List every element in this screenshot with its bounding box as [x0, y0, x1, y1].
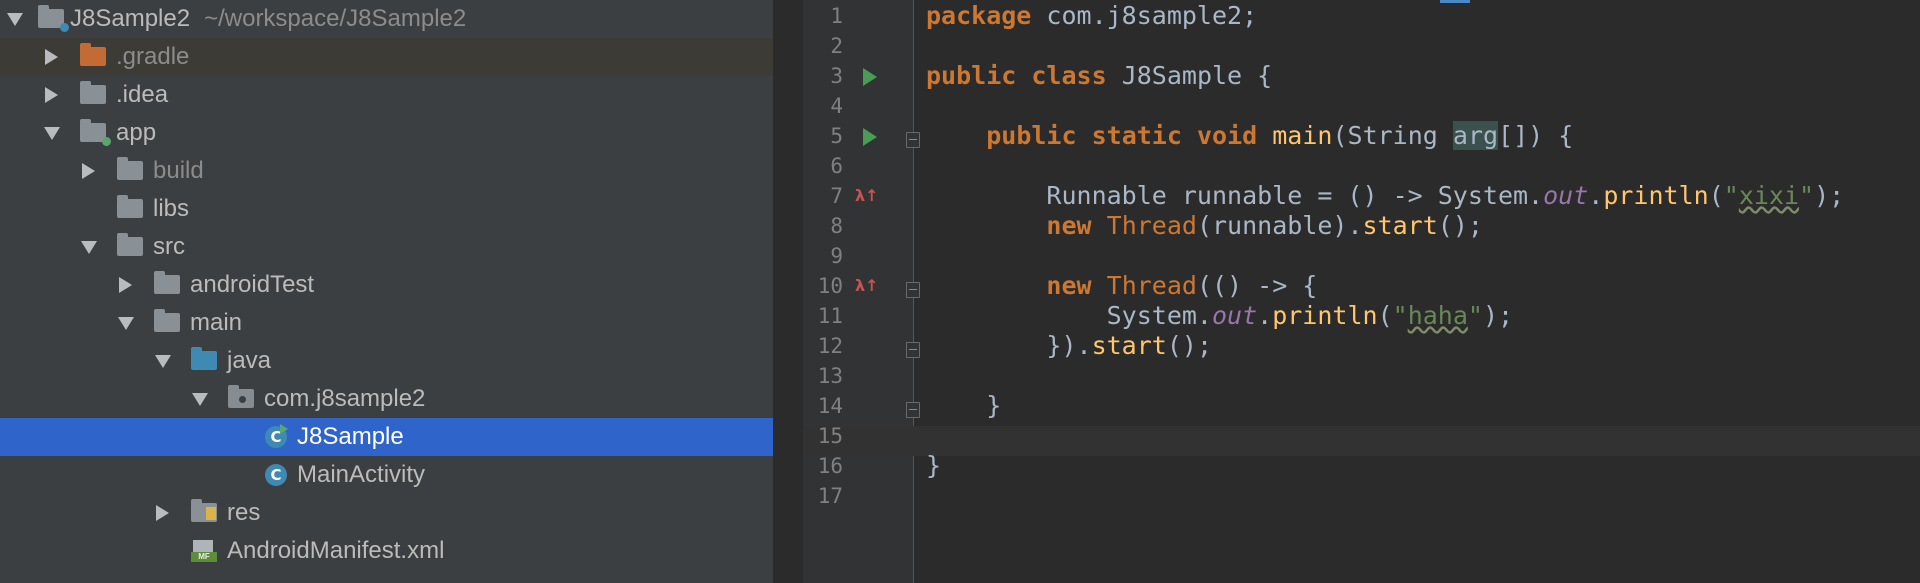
tree-item-package[interactable]: com.j8sample2 [0, 380, 773, 418]
tree-root-label: J8Sample2 ~/workspace/J8Sample2 [70, 5, 467, 32]
module-folder-icon [80, 119, 111, 147]
fold-marker-icon[interactable] [906, 282, 920, 298]
line-number: 5 [830, 124, 843, 148]
folder-icon [154, 309, 180, 337]
collapse-arrow-icon[interactable] [45, 87, 58, 103]
tree-item-res[interactable]: res [0, 494, 773, 532]
tree-item-label: .gradle [116, 43, 190, 70]
tree-item-libs[interactable]: libs [0, 190, 773, 228]
line-number: 14 [817, 394, 843, 418]
tree-item-androidtest[interactable]: androidTest [0, 266, 773, 304]
tree-item-manifest[interactable]: MF AndroidManifest.xml [0, 532, 773, 570]
project-tree: J8Sample2 ~/workspace/J8Sample2 .gradle .… [0, 0, 773, 583]
caret-line-highlight [803, 426, 1920, 456]
code-line[interactable]: System.out.println("haha"); [926, 301, 1513, 331]
tree-item-app[interactable]: app [0, 114, 773, 152]
code-line[interactable]: Runnable runnable = () -> System.out.pri… [926, 181, 1844, 211]
tree-item-label: MainActivity [297, 461, 426, 488]
expand-arrow-icon[interactable] [44, 127, 60, 140]
tree-item-label: app [116, 119, 157, 146]
line-number: 13 [817, 364, 843, 388]
runnable-class-icon: C [265, 424, 288, 448]
line-number: 17 [817, 484, 843, 508]
line-number: 16 [817, 454, 843, 478]
tree-item-label: src [153, 233, 185, 260]
tree-item-label: androidTest [190, 271, 315, 298]
tree-item-build[interactable]: build [0, 152, 773, 190]
line-number: 2 [830, 34, 843, 58]
tree-item-label: java [227, 347, 272, 374]
code-line[interactable]: package com.j8sample2; [926, 1, 1257, 31]
lambda-marker-icon[interactable]: λ↑ [855, 186, 879, 205]
lambda-marker-icon[interactable]: λ↑ [855, 276, 879, 295]
tree-item-label: res [227, 499, 261, 526]
folder-icon [80, 81, 106, 109]
tab-accent [1440, 0, 1470, 3]
code-line[interactable]: public class J8Sample { [926, 61, 1272, 91]
tree-item-label: AndroidManifest.xml [227, 537, 445, 564]
line-number: 9 [830, 244, 843, 268]
panel-divider[interactable] [773, 0, 804, 583]
expand-arrow-icon[interactable] [155, 355, 171, 368]
line-number: 11 [817, 304, 843, 328]
folder-icon [80, 43, 106, 71]
expand-arrow-icon[interactable] [7, 13, 23, 26]
manifest-file-icon: MF [191, 540, 217, 567]
expand-arrow-icon[interactable] [81, 241, 97, 254]
run-class-icon[interactable] [863, 68, 877, 86]
tree-item-gradle[interactable]: .gradle [0, 38, 773, 76]
tree-item-label: .idea [116, 81, 169, 108]
tree-item-label: com.j8sample2 [264, 385, 426, 412]
line-number: 3 [830, 64, 843, 88]
tree-item-label: J8Sample [297, 423, 404, 450]
line-number: 15 [817, 424, 843, 448]
tree-root-row[interactable]: J8Sample2 ~/workspace/J8Sample2 [0, 0, 773, 38]
line-number: 8 [830, 214, 843, 238]
collapse-arrow-icon[interactable] [156, 505, 169, 521]
line-number: 4 [830, 94, 843, 118]
fold-marker-icon[interactable] [906, 402, 920, 418]
fold-marker-icon[interactable] [906, 132, 920, 148]
collapse-arrow-icon[interactable] [82, 163, 95, 179]
line-number: 10 [817, 274, 843, 298]
collapse-arrow-icon[interactable] [45, 49, 58, 65]
tree-item-j8sample[interactable]: C J8Sample [0, 418, 773, 456]
code-line[interactable]: public static void main(String arg[]) { [926, 121, 1573, 151]
collapse-arrow-icon[interactable] [119, 277, 132, 293]
fold-marker-icon[interactable] [906, 342, 920, 358]
code-line[interactable]: }).start(); [926, 331, 1212, 361]
tree-item-src[interactable]: src [0, 228, 773, 266]
folder-icon [154, 271, 180, 299]
tree-item-java[interactable]: java [0, 342, 773, 380]
line-number: 6 [830, 154, 843, 178]
package-icon [228, 385, 254, 413]
folder-icon [117, 233, 143, 261]
module-folder-icon [38, 5, 69, 33]
tree-item-label: libs [153, 195, 190, 222]
code-line[interactable]: new Thread(runnable).start(); [926, 211, 1483, 241]
expand-arrow-icon[interactable] [118, 317, 134, 330]
tree-item-label: build [153, 157, 204, 184]
tree-item-mainactivity[interactable]: C MainActivity [0, 456, 773, 494]
resource-folder-icon [191, 499, 217, 527]
line-number: 12 [817, 334, 843, 358]
run-main-icon[interactable] [863, 128, 877, 146]
folder-icon [117, 157, 143, 185]
tree-item-label: main [190, 309, 243, 336]
class-icon: C [265, 464, 287, 486]
line-number: 7 [830, 184, 843, 208]
code-line[interactable]: new Thread(() -> { [926, 271, 1317, 301]
source-folder-icon [191, 347, 217, 375]
code-line[interactable]: } [926, 451, 941, 481]
code-line[interactable]: } [926, 391, 1001, 421]
expand-arrow-icon[interactable] [192, 393, 208, 406]
line-number: 1 [830, 4, 843, 28]
tree-item-main[interactable]: main [0, 304, 773, 342]
tree-item-idea[interactable]: .idea [0, 76, 773, 114]
folder-icon [117, 195, 143, 223]
